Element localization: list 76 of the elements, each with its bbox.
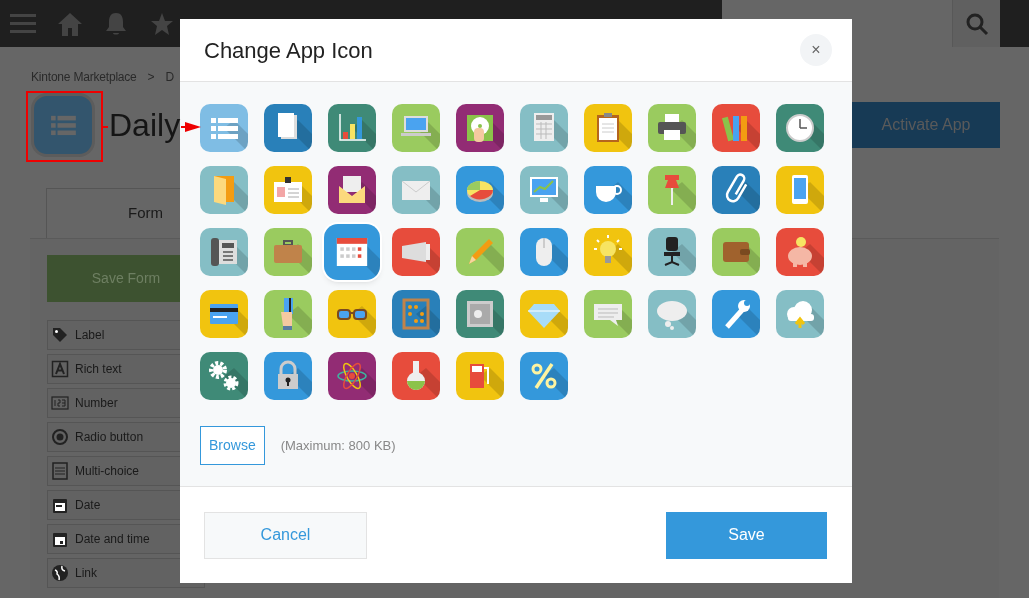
cup-icon[interactable] bbox=[584, 166, 632, 214]
breadcrumb-separator: > bbox=[147, 69, 155, 86]
smartphone-icon[interactable] bbox=[776, 166, 824, 214]
printer-icon[interactable] bbox=[648, 104, 696, 152]
activate-app-button[interactable]: Activate App bbox=[852, 102, 1000, 148]
close-button[interactable]: × bbox=[800, 34, 832, 66]
radio-icon bbox=[51, 428, 69, 446]
percent-icon[interactable] bbox=[520, 352, 568, 400]
app-title: Daily bbox=[109, 109, 181, 141]
pushpin-icon[interactable] bbox=[648, 166, 696, 214]
padlock-icon[interactable] bbox=[264, 352, 312, 400]
pencil-icon[interactable] bbox=[456, 228, 504, 276]
field-label: Radio button bbox=[75, 429, 144, 446]
leader-line bbox=[103, 126, 108, 128]
cancel-button[interactable]: Cancel bbox=[204, 511, 367, 559]
wrench-icon[interactable] bbox=[712, 290, 760, 338]
clipboard-icon[interactable] bbox=[584, 104, 632, 152]
search-button[interactable] bbox=[952, 0, 1000, 47]
speech-bubble-icon[interactable] bbox=[584, 290, 632, 338]
pie-icon[interactable] bbox=[456, 166, 504, 214]
search-icon bbox=[964, 11, 989, 36]
field-label: Number bbox=[75, 395, 118, 412]
card-hand-icon[interactable] bbox=[264, 290, 312, 338]
fuel-pump-icon[interactable] bbox=[456, 352, 504, 400]
piggy-bank-icon[interactable] bbox=[776, 228, 824, 276]
document-icon[interactable] bbox=[264, 104, 312, 152]
field-label: Date bbox=[75, 497, 101, 514]
breadcrumb-link[interactable]: Kintone Marketplace bbox=[31, 68, 137, 86]
calculator-icon[interactable] bbox=[520, 104, 568, 152]
laptop-icon[interactable] bbox=[392, 104, 440, 152]
field-label: Rich text bbox=[75, 361, 122, 378]
credit-card-icon[interactable] bbox=[200, 290, 248, 338]
thought-bubble-icon[interactable] bbox=[648, 290, 696, 338]
field-label: Multi-choice bbox=[75, 463, 140, 480]
atom-icon[interactable] bbox=[328, 352, 376, 400]
richtext-icon bbox=[51, 360, 69, 378]
gears-icon[interactable] bbox=[200, 352, 248, 400]
paperclip-icon[interactable] bbox=[712, 166, 760, 214]
envelope-icon[interactable] bbox=[392, 166, 440, 214]
save-button[interactable]: Save bbox=[666, 511, 827, 559]
abacus-icon[interactable] bbox=[392, 290, 440, 338]
flask-icon[interactable] bbox=[392, 352, 440, 400]
datetime-icon bbox=[51, 530, 69, 548]
field-label: Date and time bbox=[75, 531, 150, 548]
badge-icon[interactable] bbox=[264, 166, 312, 214]
field-label: Link bbox=[75, 565, 97, 582]
megaphone-icon[interactable] bbox=[392, 228, 440, 276]
size-limit-note: (Maximum: 800 KB) bbox=[280, 436, 396, 455]
link-icon bbox=[51, 564, 69, 582]
breadcrumb-link[interactable]: D bbox=[165, 68, 174, 86]
safe-icon[interactable] bbox=[456, 290, 504, 338]
field-label: Label bbox=[75, 327, 105, 344]
number-icon bbox=[51, 394, 69, 412]
chair-icon[interactable] bbox=[648, 228, 696, 276]
folder-icon[interactable] bbox=[200, 166, 248, 214]
browse-button[interactable]: Browse bbox=[200, 426, 265, 465]
tag-icon bbox=[51, 326, 69, 344]
star-icon[interactable] bbox=[150, 11, 174, 36]
list-icon[interactable] bbox=[200, 104, 248, 152]
binders-icon[interactable] bbox=[712, 104, 760, 152]
lightbulb-icon[interactable] bbox=[584, 228, 632, 276]
date-icon bbox=[51, 496, 69, 514]
clock-icon[interactable] bbox=[776, 104, 824, 152]
telephone-icon[interactable] bbox=[200, 228, 248, 276]
arrow bbox=[181, 121, 201, 133]
chart-icon[interactable] bbox=[328, 104, 376, 152]
wallet-icon[interactable] bbox=[712, 228, 760, 276]
cloud-upload-icon[interactable] bbox=[776, 290, 824, 338]
calendar-icon[interactable] bbox=[324, 224, 380, 280]
briefcase-icon[interactable] bbox=[264, 228, 312, 276]
dialog-title: Change App Icon bbox=[204, 36, 374, 65]
multichoice-icon bbox=[51, 462, 69, 480]
mouse-icon[interactable] bbox=[520, 228, 568, 276]
letter-icon[interactable] bbox=[328, 166, 376, 214]
monitor-icon[interactable] bbox=[520, 166, 568, 214]
glasses-icon[interactable] bbox=[328, 290, 376, 338]
